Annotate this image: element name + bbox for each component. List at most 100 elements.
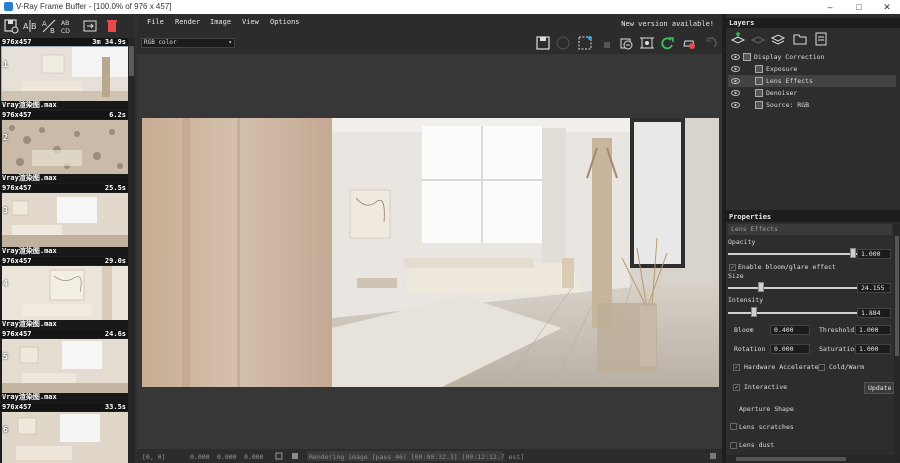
render-viewport[interactable] — [137, 54, 722, 449]
load-image-icon[interactable] — [82, 18, 98, 34]
menu-render[interactable]: Render — [175, 18, 200, 26]
add-layer-icon[interactable] — [730, 31, 746, 47]
history-item[interactable]: 976x457 3m 34.9s 1 Vray渲染图.max — [0, 38, 128, 111]
layer-row[interactable]: Source: RGB — [728, 99, 896, 111]
maximize-button[interactable]: □ — [849, 1, 869, 13]
lens-dust-label: Lens dust — [739, 441, 775, 449]
history-scrollbar[interactable] — [128, 38, 135, 463]
update-button[interactable]: Update — [864, 382, 894, 394]
properties-scrollbar[interactable] — [894, 224, 900, 462]
rotation-input[interactable]: 0.000 — [770, 344, 810, 354]
opacity-slider-handle[interactable] — [850, 248, 856, 258]
history-item[interactable]: 976x457 24.6s 5 Vray渲染图.max — [0, 330, 128, 403]
color-picker-icon[interactable] — [291, 452, 299, 460]
eye-icon[interactable] — [731, 101, 740, 109]
channel-select-value: RGB color — [144, 39, 177, 46]
layer-row[interactable]: Lens Effects — [728, 75, 896, 87]
load-layer-preset-icon[interactable] — [792, 31, 808, 47]
properties-scroll-thumb[interactable] — [895, 236, 899, 356]
render-teapot-icon[interactable] — [681, 35, 697, 51]
enable-bloom-checkbox[interactable]: ✓ — [729, 264, 736, 271]
intensity-slider[interactable] — [728, 312, 857, 314]
render-toolbar: RGB color ▾ — [137, 30, 722, 54]
size-slider[interactable] — [728, 287, 857, 289]
eye-icon[interactable] — [731, 65, 740, 73]
size-slider-handle[interactable] — [758, 282, 764, 292]
trash-icon[interactable] — [104, 18, 120, 34]
history-index: 5 — [3, 352, 8, 361]
layer-row[interactable]: Denoiser — [728, 87, 896, 99]
folder-icon — [743, 53, 751, 61]
compare-ab-vertical-icon[interactable]: AB — [41, 18, 57, 34]
compare-ab-horizontal-icon[interactable]: AB — [22, 18, 38, 34]
menu-file[interactable]: File — [147, 18, 164, 26]
history-time: 33.5s — [104, 403, 126, 411]
intensity-input[interactable]: 1.884 — [857, 308, 891, 318]
refresh-icon[interactable] — [659, 35, 675, 51]
render-progress-text: Rendering image (pass 46) [00:00:32.3] [… — [309, 453, 525, 461]
svg-text:AB: AB — [61, 20, 69, 27]
menu-image[interactable]: Image — [210, 18, 231, 26]
history-toolbar: AB AB AB CD — [0, 14, 135, 38]
new-version-notice[interactable]: New version available! — [621, 20, 714, 28]
compare-abcd-icon[interactable]: ABCD — [60, 18, 76, 34]
history-thumbnail — [2, 120, 128, 174]
interactive-checkbox[interactable]: ✓ — [733, 384, 740, 391]
svg-text:A: A — [42, 20, 47, 28]
intensity-slider-handle[interactable] — [751, 307, 757, 317]
save-history-icon[interactable] — [3, 18, 19, 34]
stop-render-icon[interactable] — [709, 452, 717, 460]
close-button[interactable]: ✕ — [877, 1, 897, 13]
clear-image-icon[interactable] — [618, 35, 634, 51]
history-resolution: 976x457 — [2, 257, 32, 265]
saturation-input[interactable]: 1.000 — [855, 344, 891, 354]
opacity-slider[interactable] — [728, 253, 857, 255]
history-item[interactable]: 976x457 25.5s 3 Vray渲染图.max — [0, 184, 128, 257]
properties-hscroll-thumb[interactable] — [736, 457, 846, 461]
aperture-shape-label[interactable]: Aperture Shape — [739, 405, 794, 413]
status-bar: [0, 0] 0.000 0.000 0.000 Rendering image… — [137, 449, 722, 463]
color-swatch-icon[interactable] — [275, 452, 283, 460]
region-render-icon[interactable] — [577, 35, 593, 51]
eye-icon[interactable] — [731, 77, 740, 85]
layer-row[interactable]: Exposure — [728, 63, 896, 75]
cold-warm-label: Cold/Warm — [829, 363, 865, 371]
menu-view[interactable]: View — [242, 18, 259, 26]
lens-scratches-checkbox[interactable] — [730, 423, 737, 430]
remove-layer-icon[interactable] — [750, 31, 766, 47]
history-scroll-thumb[interactable] — [129, 46, 134, 76]
history-filename: Vray渲染图.max — [0, 247, 128, 256]
history-item[interactable]: 976x457 29.0s 4 Vray渲染图.max — [0, 257, 128, 330]
history-item[interactable]: 976x457 6.2s 2 Vray渲染图.max — [0, 111, 128, 184]
history-resolution: 976x457 — [2, 330, 32, 338]
channel-select[interactable]: RGB color ▾ — [141, 38, 235, 48]
eye-icon[interactable] — [731, 53, 740, 61]
threshold-input[interactable]: 1.000 — [855, 325, 891, 335]
size-input[interactable]: 24.155 — [857, 283, 891, 293]
history-thumbnail — [2, 339, 128, 393]
lock-icon[interactable] — [599, 35, 615, 51]
threshold-label: Threshold — [819, 326, 855, 334]
history-filename: Vray渲染图.max — [0, 320, 128, 329]
minimize-button[interactable]: – — [820, 1, 840, 13]
history-item[interactable]: 976x457 33.5s 6 — [0, 403, 128, 463]
pixel-value-b: 0.000 — [244, 453, 264, 461]
undo-icon[interactable] — [702, 35, 718, 51]
properties-hscrollbar[interactable] — [726, 455, 894, 463]
eye-icon[interactable] — [731, 89, 740, 97]
save-image-icon[interactable] — [535, 35, 551, 51]
properties-section-title: Lens Effects — [728, 224, 892, 235]
bloom-input[interactable]: 0.400 — [770, 325, 810, 335]
cold-warm-checkbox[interactable] — [818, 364, 825, 371]
save-layer-preset-icon[interactable] — [813, 31, 829, 47]
layer-stack-icon[interactable] — [770, 31, 786, 47]
menu-options[interactable]: Options — [270, 18, 300, 26]
history-index: 6 — [3, 425, 8, 434]
hardware-accelerated-checkbox[interactable]: ✓ — [733, 364, 740, 371]
track-mouse-icon[interactable] — [639, 35, 655, 51]
opacity-input[interactable]: 1.000 — [857, 249, 891, 259]
lens-dust-checkbox[interactable] — [730, 442, 737, 449]
history-thumbnail — [2, 193, 128, 247]
layer-row[interactable]: Display Correction — [728, 51, 896, 63]
color-circle-icon[interactable] — [555, 35, 571, 51]
